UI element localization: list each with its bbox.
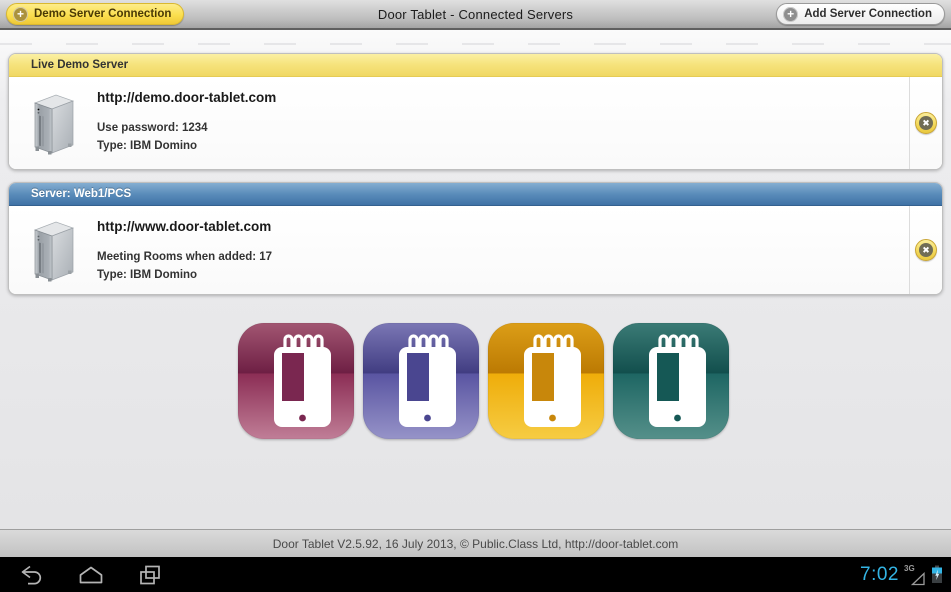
dashed-divider (0, 43, 951, 45)
server-card-body[interactable]: http://demo.door-tablet.com Use password… (9, 77, 942, 169)
clock: 7:02 (860, 564, 899, 586)
door-tablet-icon-berry (238, 323, 354, 439)
status-cluster: 7:02 3G (860, 557, 943, 592)
close-icon: ✖ (919, 116, 933, 130)
server-tower-icon (9, 206, 97, 294)
server-card-live-demo: Live Demo Server (8, 53, 943, 170)
server-card-web1-pcs: Server: Web1/PCS (8, 182, 943, 295)
page-title: Door Tablet - Connected Servers (378, 7, 573, 22)
app-icons-row (8, 323, 951, 439)
close-column: ✖ (909, 77, 942, 169)
android-navigation-bar: 7:02 3G (0, 557, 951, 592)
server-details: http://www.door-tablet.com Meeting Rooms… (97, 206, 909, 294)
server-info-line: Type: IBM Domino (97, 137, 909, 155)
server-card-header: Live Demo Server (9, 54, 942, 77)
server-info-line: Meeting Rooms when added: 17 (97, 248, 909, 266)
door-tablet-icon-teal (613, 323, 729, 439)
door-tablet-icon-purple (363, 323, 479, 439)
plus-icon: + (13, 7, 28, 22)
server-card-header-label: Server: Web1/PCS (31, 188, 131, 200)
battery-charging-icon (931, 565, 943, 584)
server-info-line: Type: IBM Domino (97, 266, 909, 284)
server-url: http://demo.door-tablet.com (97, 90, 909, 105)
server-card-header-label: Live Demo Server (31, 59, 128, 71)
recent-apps-icon[interactable] (138, 564, 162, 586)
server-url: http://www.door-tablet.com (97, 219, 909, 234)
footer-bar: Door Tablet V2.5.92, 16 July 2013, © Pub… (0, 529, 951, 557)
close-icon: ✖ (919, 243, 933, 257)
content-area: Live Demo Server (0, 30, 951, 529)
app-screen: + Demo Server Connection Door Tablet - C… (0, 0, 951, 592)
back-icon[interactable] (18, 563, 44, 587)
action-bar: + Demo Server Connection Door Tablet - C… (0, 0, 951, 30)
demo-server-connection-button[interactable]: + Demo Server Connection (6, 3, 184, 25)
door-tablet-icon-amber (488, 323, 604, 439)
remove-server-button[interactable]: ✖ (915, 112, 937, 134)
demo-server-connection-label: Demo Server Connection (34, 8, 171, 20)
server-tower-icon (9, 77, 97, 169)
home-icon[interactable] (78, 565, 104, 585)
plus-icon: + (783, 7, 798, 22)
server-info-line: Use password: 1234 (97, 119, 909, 137)
footer-version-text: Door Tablet V2.5.92, 16 July 2013, © Pub… (273, 537, 679, 551)
server-card-body[interactable]: http://www.door-tablet.com Meeting Rooms… (9, 206, 942, 294)
add-server-connection-button[interactable]: + Add Server Connection (776, 3, 945, 25)
close-column: ✖ (909, 206, 942, 294)
server-details: http://demo.door-tablet.com Use password… (97, 77, 909, 169)
add-server-connection-label: Add Server Connection (804, 8, 932, 20)
remove-server-button[interactable]: ✖ (915, 239, 937, 261)
server-card-header: Server: Web1/PCS (9, 183, 942, 206)
signal-3g-icon: 3G (904, 564, 926, 586)
